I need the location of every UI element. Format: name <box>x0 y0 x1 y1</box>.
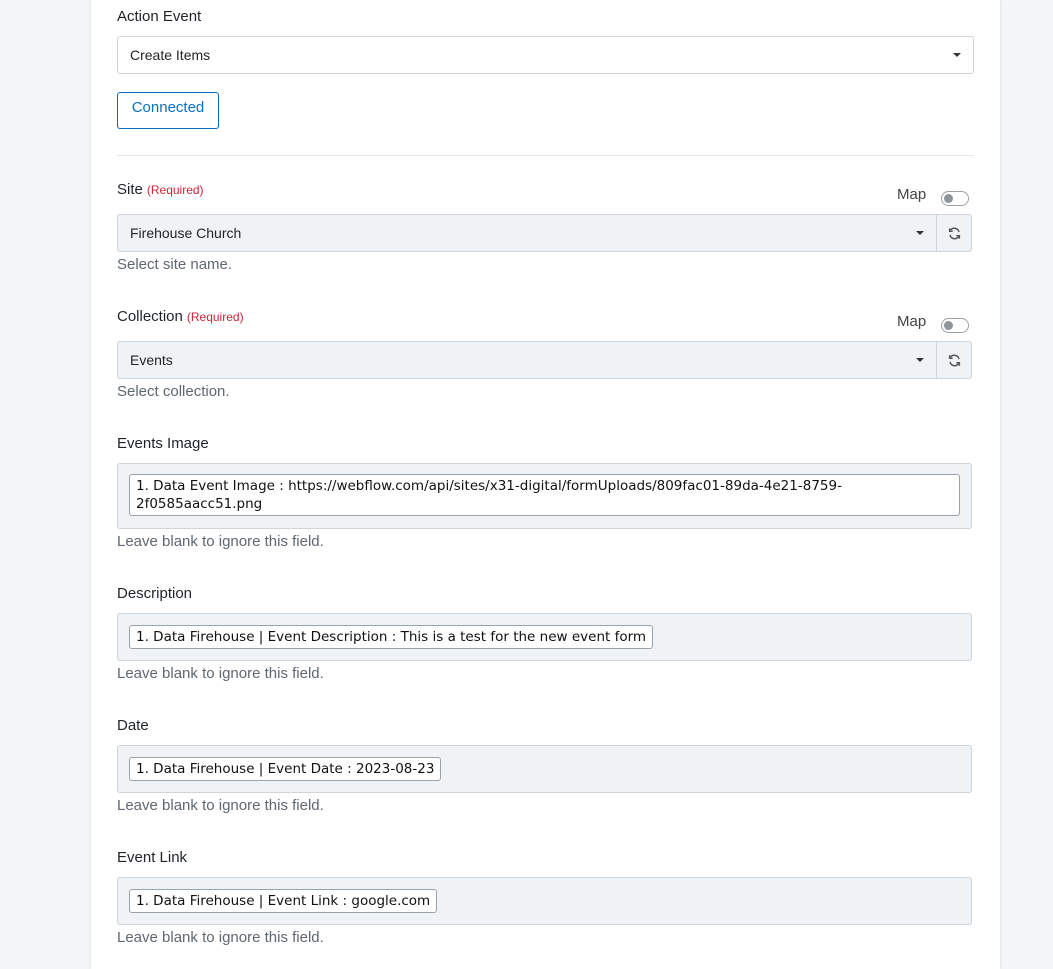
caret-down-icon <box>916 231 924 235</box>
refresh-icon <box>948 227 961 240</box>
description-help-text: Leave blank to ignore this field. <box>117 665 324 682</box>
date-help-text: Leave blank to ignore this field. <box>117 797 324 814</box>
divider <box>117 155 974 156</box>
collection-value: Events <box>130 352 173 368</box>
events-image-token[interactable]: 1. Data Event Image : https://webflow.co… <box>129 474 960 516</box>
collection-label-text: Collection <box>117 308 183 325</box>
caret-down-icon <box>953 53 961 57</box>
caret-down-icon <box>916 358 924 362</box>
action-event-select[interactable]: Create Items <box>117 36 974 74</box>
description-field[interactable]: 1. Data Firehouse | Event Description : … <box>117 613 972 661</box>
event-link-token[interactable]: 1. Data Firehouse | Event Link : google.… <box>129 889 438 913</box>
events-image-field[interactable]: 1. Data Event Image : https://webflow.co… <box>117 463 972 529</box>
collection-select[interactable]: Events <box>117 341 937 379</box>
site-value: Firehouse Church <box>130 225 242 241</box>
collection-required-marker: (Required) <box>186 310 244 324</box>
description-label: Description <box>117 585 193 602</box>
site-map-toggle[interactable] <box>941 191 969 206</box>
collection-map-toggle[interactable] <box>941 318 969 333</box>
site-required-marker: (Required) <box>146 183 204 197</box>
action-event-label: Action Event <box>117 8 202 25</box>
site-refresh-button[interactable] <box>936 214 972 252</box>
connected-button[interactable]: Connected <box>117 92 219 129</box>
site-select[interactable]: Firehouse Church <box>117 214 937 252</box>
site-label: Site (Required) <box>117 181 204 198</box>
date-token[interactable]: 1. Data Firehouse | Event Date : 2023-08… <box>129 757 442 781</box>
collection-label: Collection (Required) <box>117 308 244 325</box>
event-link-field[interactable]: 1. Data Firehouse | Event Link : google.… <box>117 877 972 925</box>
event-link-label: Event Link <box>117 849 188 866</box>
site-map-label: Map <box>897 186 927 203</box>
action-event-value: Create Items <box>130 47 211 63</box>
site-label-text: Site <box>117 181 143 198</box>
description-token[interactable]: 1. Data Firehouse | Event Description : … <box>129 625 654 649</box>
collection-map-label: Map <box>897 313 927 330</box>
refresh-icon <box>948 354 961 367</box>
site-help-text: Select site name. <box>117 256 233 273</box>
events-image-help-text: Leave blank to ignore this field. <box>117 533 324 550</box>
event-link-help-text: Leave blank to ignore this field. <box>117 929 324 946</box>
toggle-knob <box>944 321 953 330</box>
date-label: Date <box>117 717 149 734</box>
collection-refresh-button[interactable] <box>936 341 972 379</box>
events-image-label: Events Image <box>117 435 209 452</box>
toggle-knob <box>944 194 953 203</box>
date-field[interactable]: 1. Data Firehouse | Event Date : 2023-08… <box>117 745 972 793</box>
collection-help-text: Select collection. <box>117 383 230 400</box>
